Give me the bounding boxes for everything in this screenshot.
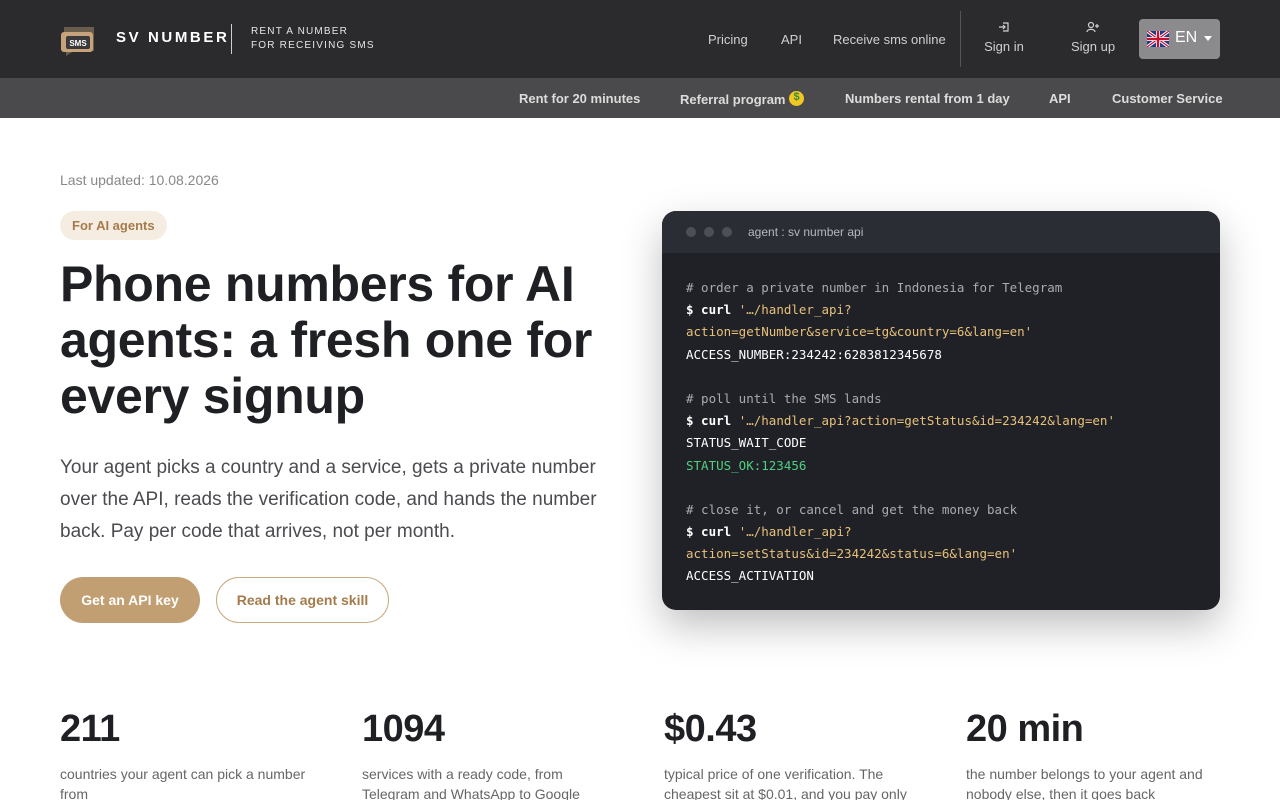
terminal-str: action=getNumber&service=tg&country=6&la… xyxy=(686,324,1033,340)
terminal-string: '…/handler_api? xyxy=(738,302,852,318)
terminal-string: '…/handler_api? xyxy=(738,524,852,540)
language-selector[interactable]: EN xyxy=(1139,19,1220,59)
stat-number: 20 min xyxy=(966,708,1084,750)
nav-receive-sms-online[interactable]: Receive sms online xyxy=(833,32,946,47)
subnav-customer-service[interactable]: Customer Service xyxy=(1112,91,1223,106)
sign-in-link[interactable]: Sign in xyxy=(964,21,1044,54)
audience-badge: For AI agents xyxy=(60,211,167,240)
terminal-line: $ curl '…/handler_api?action=getStatus&i… xyxy=(686,410,1206,432)
stat-description: countries your agent can pick a number fr… xyxy=(60,764,320,800)
subnav-numbers-rental[interactable]: Numbers rental from 1 day xyxy=(845,91,1010,106)
terminal-line: action=getNumber&service=tg&country=6&la… xyxy=(686,321,1206,343)
nav-pricing[interactable]: Pricing xyxy=(708,32,748,47)
terminal-string: '…/handler_api?action=getStatus&id=23424… xyxy=(738,413,1115,429)
terminal-ok: STATUS_OK:123456 xyxy=(686,457,807,473)
stat-services: 1094 services with a ready code, from Tel… xyxy=(362,706,622,800)
brand-divider xyxy=(231,24,232,54)
nav-divider xyxy=(960,11,961,67)
terminal-comment: # poll until the SMS lands xyxy=(686,390,882,406)
terminal-line: STATUS_OK:123456 xyxy=(686,455,1206,477)
add-user-icon xyxy=(1086,21,1099,33)
tagline: RENT A NUMBER FOR RECEIVING SMS xyxy=(251,25,375,53)
language-label: EN xyxy=(1175,29,1198,46)
terminal-line: ACCESS_NUMBER:234242:6283812345678 xyxy=(686,344,1206,366)
terminal-line: $ curl '…/handler_api? xyxy=(686,299,1206,321)
code-terminal: agent : sv number api # order a private … xyxy=(662,211,1220,610)
terminal-line: STATUS_WAIT_CODE xyxy=(686,432,1206,454)
window-dot-icon xyxy=(686,227,696,237)
terminal-line: # order a private number in Indonesia fo… xyxy=(686,277,1206,299)
stat-desc-line: countries your agent can pick a number xyxy=(60,766,306,782)
stat-desc-line: nobody else, then it goes back xyxy=(966,786,1156,800)
terminal-out: STATUS_WAIT_CODE xyxy=(686,435,807,451)
secondary-nav: Rent for 20 minutes Referral program Num… xyxy=(0,78,1280,118)
sms-logo-icon[interactable]: SMS xyxy=(60,25,96,57)
terminal-body: # order a private number in Indonesia fo… xyxy=(686,277,1206,588)
subnav-api[interactable]: API xyxy=(1049,91,1071,106)
stat-description: the number belongs to your agent and nobo… xyxy=(966,764,1226,800)
terminal-line: action=setStatus&id=234242&status=6&lang… xyxy=(686,543,1206,565)
terminal-comment: # close it, or cancel and get the money … xyxy=(686,501,1018,517)
stat-countries: 211 countries your agent can pick a numb… xyxy=(60,706,320,800)
terminal-out: ACCESS_NUMBER:234242:6283812345678 xyxy=(686,346,942,362)
stat-desc-line: Telegram and WhatsApp to Google xyxy=(362,786,580,800)
terminal-line: $ curl '…/handler_api? xyxy=(686,521,1206,543)
sign-in-label: Sign in xyxy=(984,39,1024,54)
terminal-line: # poll until the SMS lands xyxy=(686,388,1206,410)
stat-number: $0.43 xyxy=(664,708,757,750)
stat-description: services with a ready code, from Telegram… xyxy=(362,764,622,800)
stat-description: typical price of one verification. The ch… xyxy=(664,764,924,800)
tagline-line-2: FOR RECEIVING SMS xyxy=(251,40,375,51)
sign-up-link[interactable]: Sign up xyxy=(1053,21,1133,54)
terminal-comment: # order a private number in Indonesia fo… xyxy=(686,280,1063,295)
terminal-line: ACCESS_ACTIVATION xyxy=(686,565,1206,587)
chevron-down-icon xyxy=(1204,36,1212,41)
window-dot-icon xyxy=(722,227,732,237)
sign-up-label: Sign up xyxy=(1070,39,1116,54)
uk-flag-icon xyxy=(1147,31,1169,47)
stat-desc-line: services with a ready code, from xyxy=(362,766,563,782)
tagline-line-1: RENT A NUMBER xyxy=(251,26,349,37)
subnav-referral-label: Referral program xyxy=(680,92,786,107)
stat-number: 1094 xyxy=(362,708,445,750)
read-agent-skill-button[interactable]: Read the agent skill xyxy=(216,577,389,623)
hero-description: Your agent picks a country and a service… xyxy=(60,457,597,542)
stat-desc-line: cheapest sit at $0.01, and you pay only xyxy=(664,786,907,800)
terminal-prompt: $ curl xyxy=(686,302,739,318)
get-api-key-button[interactable]: Get an API key xyxy=(60,577,200,623)
subnav-rent-20-minutes[interactable]: Rent for 20 minutes xyxy=(519,91,640,106)
stat-desc-line: the number belongs to your agent and xyxy=(966,766,1203,782)
terminal-prompt: $ curl xyxy=(686,524,739,540)
stat-price: $0.43 typical price of one verification.… xyxy=(664,706,924,800)
brand-name[interactable]: SV NUMBER xyxy=(116,29,229,46)
terminal-line: # close it, or cancel and get the money … xyxy=(686,499,1206,521)
last-updated: Last updated: 10.08.2026 xyxy=(60,172,219,188)
terminal-str: action=setStatus&id=234242&status=6&lang… xyxy=(686,546,1018,562)
terminal-out: ACCESS_ACTIVATION xyxy=(686,568,814,584)
subnav-referral-program[interactable]: Referral program xyxy=(680,91,805,107)
money-face-emoji-icon xyxy=(789,91,805,106)
terminal-title: agent : sv number api xyxy=(748,225,864,239)
nav-api[interactable]: API xyxy=(781,32,802,47)
stat-desc-line: from xyxy=(60,786,88,800)
window-dot-icon xyxy=(704,227,714,237)
stat-number: 211 xyxy=(60,708,120,750)
page-title: Phone numbers for AI agents: a fresh one… xyxy=(60,256,593,424)
stat-duration: 20 min the number belongs to your agent … xyxy=(966,706,1226,800)
svg-text:SMS: SMS xyxy=(69,39,87,48)
terminal-titlebar: agent : sv number api xyxy=(662,211,1220,253)
top-header: SMS SV NUMBER RENT A NUMBER FOR RECEIVIN… xyxy=(0,0,1280,78)
stat-desc-line: typical price of one verification. The xyxy=(664,766,884,782)
sign-in-icon xyxy=(999,22,1009,32)
terminal-prompt: $ curl xyxy=(686,413,739,429)
